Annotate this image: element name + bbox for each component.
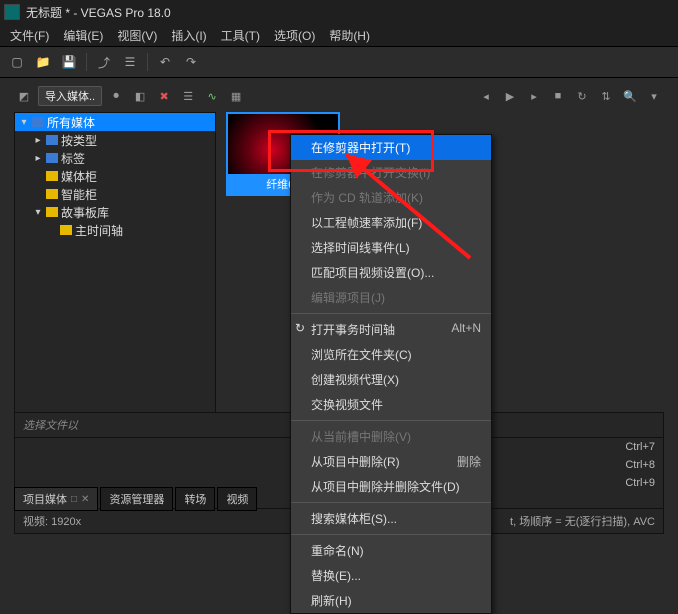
window-title: 无标题 * - VEGAS Pro 18.0 (26, 4, 171, 21)
context-menu-item[interactable]: 交换视频文件 (291, 392, 491, 417)
menu-tools[interactable]: 工具(T) (215, 25, 266, 46)
context-menu-item[interactable]: 搜索媒体柜(S)... (291, 506, 491, 531)
search-icon[interactable]: 🔍 (620, 86, 640, 106)
context-menu-item[interactable]: 在修剪器中打开(T) (291, 135, 491, 160)
remove-icon[interactable]: ✖ (154, 86, 174, 106)
tree-item[interactable]: ▸按类型 (15, 131, 215, 149)
menu-edit[interactable]: 编辑(E) (57, 25, 109, 46)
title-bar: 无标题 * - VEGAS Pro 18.0 (0, 0, 678, 24)
refresh-icon[interactable]: ↻ (572, 86, 592, 106)
context-menu-item[interactable]: 以工程帧速率添加(F) (291, 210, 491, 235)
prev-icon[interactable]: ◂ (476, 86, 496, 106)
context-menu-item[interactable]: 创建视频代理(X) (291, 367, 491, 392)
render-icon[interactable]: ⤴ (93, 51, 115, 73)
tree-item[interactable]: ▸标签 (15, 149, 215, 167)
play-icon[interactable]: ▶ (500, 86, 520, 106)
context-menu-item[interactable]: 刷新(H) (291, 588, 491, 613)
context-menu-item: 在修剪器中打开交换(I) (291, 160, 491, 185)
tab-project-media[interactable]: 项目媒体□✕ (14, 487, 98, 511)
redo-icon[interactable]: ↷ (180, 51, 202, 73)
tree-root[interactable]: ▾所有媒体 (15, 113, 215, 131)
capture-icon[interactable]: ⏺ (106, 86, 126, 106)
pin-icon[interactable]: □ (71, 494, 77, 505)
menu-view[interactable]: 视图(V) (111, 25, 163, 46)
folder-icon (32, 117, 44, 127)
next-icon[interactable]: ▸ (524, 86, 544, 106)
panel-tabs: 项目媒体□✕ 资源管理器 转场 视频 (14, 487, 257, 511)
import-media-button[interactable]: 导入媒体.. (38, 86, 102, 106)
tab-transitions[interactable]: 转场 (175, 487, 215, 511)
menu-help[interactable]: 帮助(H) (323, 25, 376, 46)
main-toolbar: ▢ 📁 💾 ⤴ ☰ ↶ ↷ (0, 47, 678, 78)
open-icon[interactable]: 📁 (32, 51, 54, 73)
media-tree: ▾所有媒体 ▸按类型 ▸标签 媒体柜 智能柜 ▾故事板库 主时间轴 (14, 112, 216, 414)
context-menu-item[interactable]: 从项目中删除并删除文件(D) (291, 474, 491, 499)
menu-bar: 文件(F) 编辑(E) 视图(V) 插入(I) 工具(T) 选项(O) 帮助(H… (0, 24, 678, 47)
status-format: t, 场顺序 = 无(逐行扫描), AVC (510, 513, 655, 529)
media-toolbar: ◩ 导入媒体.. ⏺ ◧ ✖ ☰ ∿ ▦ ◂ ▶ ▸ ■ ↻ ⇅ 🔍 ▾ (14, 84, 664, 108)
context-menu-item[interactable]: 从项目中删除(R)删除 (291, 449, 491, 474)
folder-icon (46, 171, 58, 181)
menu-file[interactable]: 文件(F) (4, 25, 55, 46)
context-menu-item: 编辑源项目(J) (291, 285, 491, 310)
app-icon: ◩ (14, 86, 34, 106)
properties-icon[interactable]: ☰ (178, 86, 198, 106)
folder-icon (46, 207, 58, 217)
stop-icon[interactable]: ■ (548, 86, 568, 106)
separator (147, 53, 148, 71)
menu-options[interactable]: 选项(O) (268, 25, 321, 46)
tree-item[interactable]: 媒体柜 (15, 167, 215, 185)
tab-explorer[interactable]: 资源管理器 (100, 487, 173, 511)
sort-icon[interactable]: ⇅ (596, 86, 616, 106)
folder-icon (46, 153, 58, 163)
tree-item[interactable]: ▾故事板库 (15, 203, 215, 221)
context-menu-item[interactable]: ↻打开事务时间轴Alt+N (291, 317, 491, 342)
status-video: 视频: 1920x (23, 513, 81, 529)
menu-insert[interactable]: 插入(I) (165, 25, 212, 46)
save-icon[interactable]: 💾 (58, 51, 80, 73)
context-menu-item[interactable]: 替换(E)... (291, 563, 491, 588)
context-menu-item: 作为 CD 轨道添加(K) (291, 185, 491, 210)
get-media-icon[interactable]: ◧ (130, 86, 150, 106)
tree-item[interactable]: 主时间轴 (15, 221, 215, 239)
properties-icon[interactable]: ☰ (119, 51, 141, 73)
context-menu-item[interactable]: 浏览所在文件夹(C) (291, 342, 491, 367)
undo-icon[interactable]: ↶ (154, 51, 176, 73)
folder-icon (46, 135, 58, 145)
new-icon[interactable]: ▢ (6, 51, 28, 73)
chevron-down-icon[interactable]: ▾ (644, 86, 664, 106)
context-menu-item: 从当前槽中删除(V) (291, 424, 491, 449)
context-menu: 在修剪器中打开(T)在修剪器中打开交换(I)作为 CD 轨道添加(K)以工程帧速… (290, 134, 492, 614)
folder-icon (60, 225, 72, 235)
folder-icon (46, 189, 58, 199)
context-menu-item[interactable]: 匹配项目视频设置(O)... (291, 260, 491, 285)
app-logo-icon (4, 4, 20, 20)
separator (86, 53, 87, 71)
close-icon[interactable]: ✕ (81, 494, 89, 505)
context-menu-item[interactable]: 重命名(N) (291, 538, 491, 563)
fx-icon[interactable]: ∿ (202, 86, 222, 106)
views-icon[interactable]: ▦ (226, 86, 246, 106)
context-menu-item[interactable]: 选择时间线事件(L) (291, 235, 491, 260)
tab-video[interactable]: 视频 (217, 487, 257, 511)
tree-item[interactable]: 智能柜 (15, 185, 215, 203)
workspace: ◩ 导入媒体.. ⏺ ◧ ✖ ☰ ∿ ▦ ◂ ▶ ▸ ■ ↻ ⇅ 🔍 ▾ ▾所有… (0, 76, 678, 517)
